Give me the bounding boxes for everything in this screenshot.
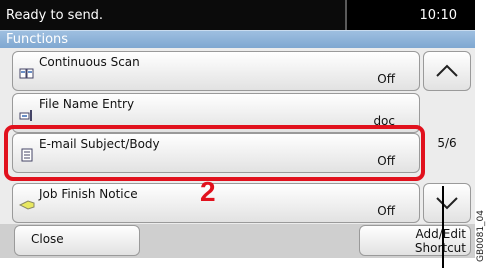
reference-leader-line [442,186,444,268]
scroll-up-button[interactable] [423,51,471,91]
chevron-down-icon [436,197,458,210]
list-item-job-finish-notice[interactable]: Job Finish Notice Off [12,183,420,223]
status-message: Ready to send. [6,8,104,23]
status-time: 10:10 [419,8,457,23]
page-indicator: 5/6 [437,136,457,150]
continuous-scan-icon [19,68,34,79]
list-item-value: Off [377,204,395,218]
chevron-up-icon [436,64,458,77]
list-item-label: Job Finish Notice [39,187,138,201]
notice-icon [19,200,35,210]
shortcut-button-label-line2: Shortcut [414,241,466,255]
selection-highlight [4,125,425,181]
list-item-continuous-scan[interactable]: Continuous Scan Off [12,51,420,91]
list-item-label: File Name Entry [39,97,135,111]
touch-panel-screen: Ready to send. 10:10 Functions Continuou… [0,0,475,258]
scroll-down-button[interactable] [423,183,471,223]
page-title: Functions [6,32,69,47]
figure-reference-code: GB0081_04 [476,209,486,262]
list-item-label: Continuous Scan [39,55,140,69]
shortcut-button-label-line1: Add/Edit [415,227,466,241]
add-edit-shortcut-button[interactable]: Add/Edit Shortcut [359,225,471,256]
list-item-value: Off [377,72,395,86]
file-name-icon [19,110,32,121]
step-callout-number: 2 [200,176,216,207]
title-bar: Functions [0,30,475,49]
close-button-label: Close [31,232,64,246]
status-message-area: Ready to send. [0,0,347,30]
status-bar: Ready to send. 10:10 [0,0,475,30]
close-button[interactable]: Close [14,225,140,256]
